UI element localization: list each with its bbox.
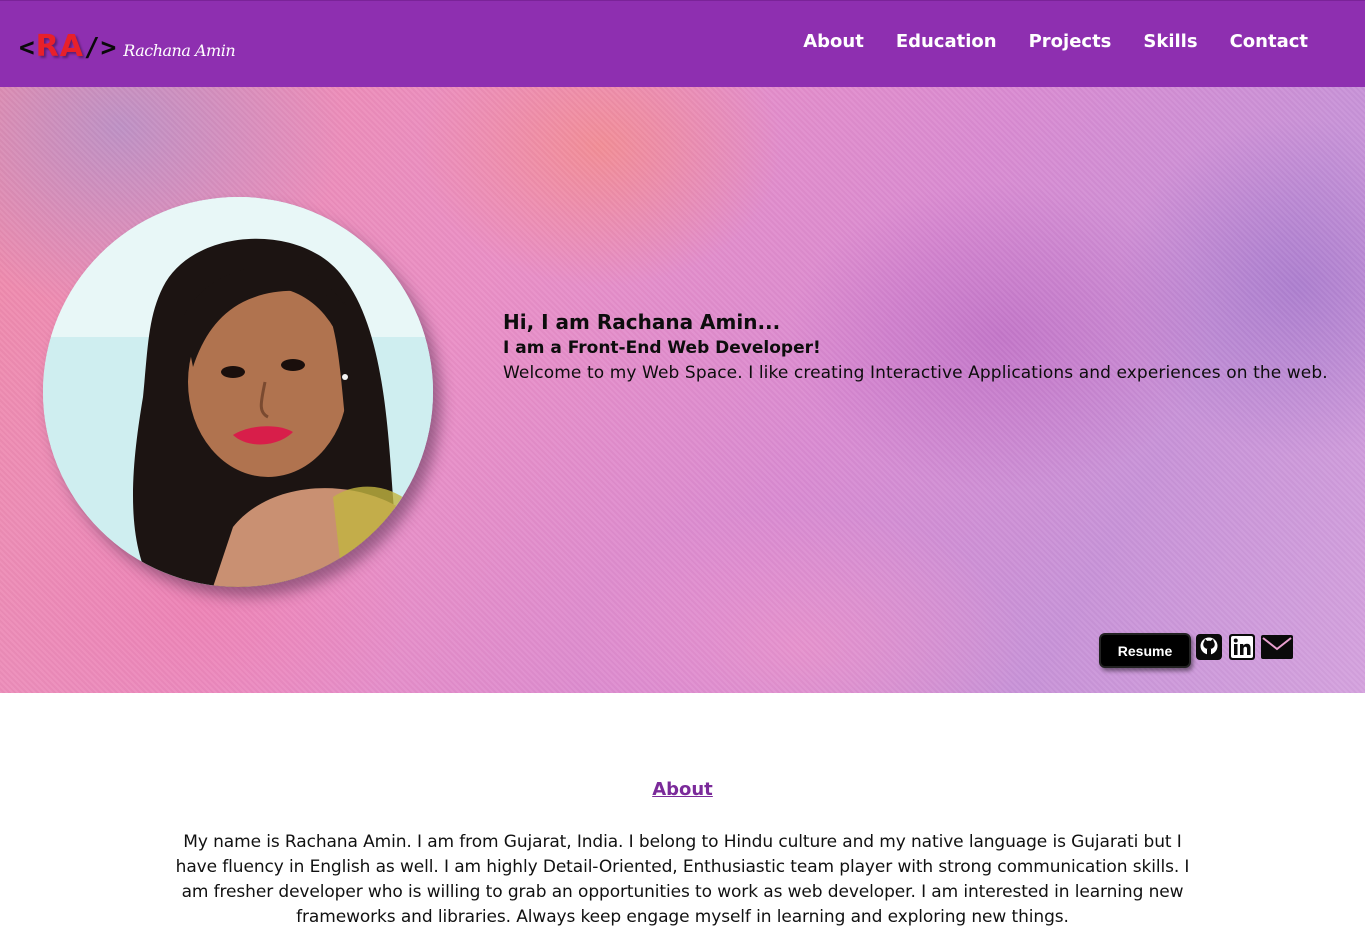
nav-link-education[interactable]: Education: [896, 31, 997, 52]
hero-section: Hi, I am Rachana Amin... I am a Front-En…: [0, 87, 1365, 693]
logo-close-bracket: />: [83, 33, 118, 63]
about-heading: About: [652, 779, 713, 800]
logo-initials: RA: [35, 29, 84, 64]
hero-greeting: Hi, I am Rachana Amin...: [503, 310, 781, 334]
nav-link-contact[interactable]: Contact: [1230, 31, 1308, 52]
nav-link-skills[interactable]: Skills: [1143, 31, 1197, 52]
nav-link-about[interactable]: About: [803, 31, 864, 52]
linkedin-icon[interactable]: [1227, 632, 1257, 662]
hero-intro: Hi, I am Rachana Amin... I am a Front-En…: [503, 309, 1343, 386]
resume-button[interactable]: Resume: [1099, 633, 1191, 668]
hero-actions: Resume: [1099, 625, 1294, 668]
nav-link-projects[interactable]: Projects: [1029, 31, 1112, 52]
logo-open-bracket: <: [19, 33, 36, 63]
mail-icon[interactable]: [1260, 632, 1294, 662]
profile-photo: [43, 197, 433, 587]
hero-role: I am a Front-End Web Developer!: [503, 338, 821, 358]
logo-name: Rachana Amin: [123, 41, 236, 60]
hero-welcome-text: Welcome to my Web Space. I like creating…: [503, 363, 1328, 383]
site-logo[interactable]: < RA /> Rachana Amin: [19, 29, 236, 65]
github-icon[interactable]: [1194, 632, 1224, 662]
nav-menu: About Education Projects Skills Contact: [771, 31, 1308, 52]
about-text: My name is Rachana Amin. I am from Gujar…: [175, 832, 1190, 927]
navbar: < RA /> Rachana Amin About Education Pro…: [0, 0, 1365, 87]
profile-photo-illustration: [43, 197, 433, 587]
